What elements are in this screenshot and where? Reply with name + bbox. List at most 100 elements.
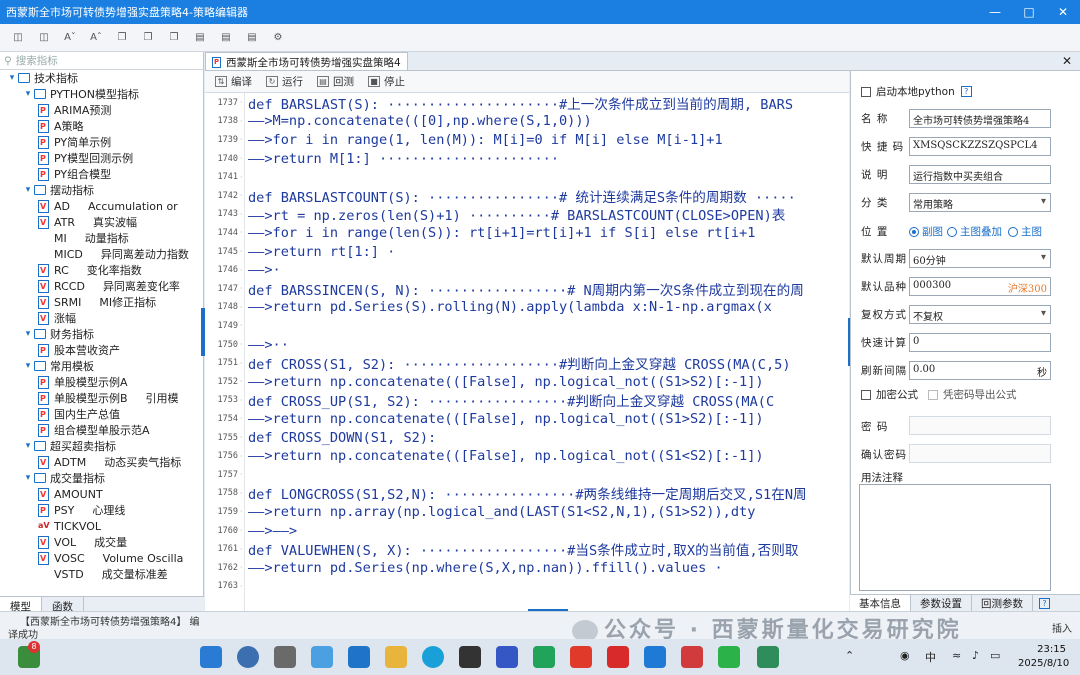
code-line[interactable]: 1738 · ——>M=np.concatenate(([0],np.where(S… bbox=[205, 112, 849, 131]
tree-item[interactable]: V RCCD 异同离差变化率 bbox=[0, 278, 204, 294]
tree-item[interactable]: P PY模型回测示例 bbox=[0, 150, 204, 166]
app-icon[interactable] bbox=[607, 646, 629, 668]
app-icon[interactable] bbox=[681, 646, 703, 668]
code-line[interactable]: 1744 · ——>for i in range(len(S)): rt[i+1]=… bbox=[205, 224, 849, 243]
font-smaller-icon[interactable]: Aˇ bbox=[60, 29, 80, 47]
tree-item[interactable]: V ATR 真实波幅 bbox=[0, 214, 204, 230]
tree-item[interactable]: V RC 变化率指数 bbox=[0, 262, 204, 278]
rights-select[interactable]: 不复权 bbox=[909, 305, 1051, 324]
radio-main-chart[interactable] bbox=[1008, 226, 1018, 237]
refresh-interval-field[interactable]: 0.00 秒 bbox=[909, 361, 1051, 380]
tab-backtest-params[interactable]: 回测参数 bbox=[972, 595, 1033, 611]
code-line[interactable]: 1757 · bbox=[205, 466, 849, 485]
tab-params[interactable]: 参数设置 bbox=[911, 595, 972, 611]
windows-start-icon[interactable] bbox=[200, 646, 222, 668]
variety-field[interactable]: 000300 沪深300 bbox=[909, 277, 1051, 296]
tree-item[interactable]: VSTD 成交量标准差 bbox=[0, 566, 204, 582]
shield-icon[interactable]: ◉ bbox=[900, 649, 910, 662]
code-line[interactable]: 1742 · def BARSLASTCOUNT(S): ·············… bbox=[205, 187, 849, 206]
shortcut-code-field[interactable]: XMSQSCKZZSZQSPCL4 bbox=[909, 137, 1051, 156]
tree-item[interactable]: P 单股模型示例A bbox=[0, 374, 204, 390]
wechat-icon[interactable] bbox=[718, 646, 740, 668]
code-line[interactable]: 1737 · def BARSLAST(S): ··················… bbox=[205, 94, 849, 113]
radio-main-overlay[interactable] bbox=[947, 226, 957, 237]
font-larger-icon[interactable]: Aˆ bbox=[86, 29, 106, 47]
widgets-icon[interactable] bbox=[311, 646, 333, 668]
clock[interactable]: 23:15 2025/8/10 bbox=[1018, 643, 1069, 671]
name-field[interactable]: 全市场可转债势增强策略4 bbox=[909, 109, 1051, 128]
tree-item[interactable]: P 单股模型示例B 引用模 bbox=[0, 390, 204, 406]
maximize-button[interactable]: □ bbox=[1012, 0, 1046, 24]
tree-folder[interactable]: ▾ 常用模板 bbox=[0, 358, 204, 374]
chevron-up-icon[interactable]: ⌃ bbox=[845, 649, 854, 662]
chevron-down-icon[interactable]: ▾ bbox=[22, 329, 34, 339]
backtest-button[interactable]: ▤ 回测 bbox=[317, 74, 354, 89]
code-line[interactable]: 1746 · ——>· bbox=[205, 261, 849, 280]
save-all-icon[interactable]: ◫ bbox=[34, 29, 54, 47]
task-view-icon[interactable] bbox=[274, 646, 296, 668]
tree-folder[interactable]: ▾ 超买超卖指标 bbox=[0, 438, 204, 454]
tree-folder[interactable]: ▾ 技术指标 bbox=[0, 70, 204, 86]
tree-item[interactable]: P PY组合模型 bbox=[0, 166, 204, 182]
code-line[interactable]: 1749 · bbox=[205, 317, 849, 336]
cut-icon[interactable]: ❐ bbox=[164, 29, 184, 47]
tree-item[interactable]: V ADTM 动态买卖气指标 bbox=[0, 454, 204, 470]
chevron-down-icon[interactable]: ▾ bbox=[22, 441, 34, 451]
minimize-button[interactable]: — bbox=[978, 0, 1012, 24]
chevron-down-icon[interactable]: ▾ bbox=[6, 73, 18, 83]
code-line[interactable]: 1762 · ——>return pd.Series(np.where(S,X,np… bbox=[205, 559, 849, 578]
edge-icon[interactable] bbox=[422, 646, 444, 668]
radio-sub-chart[interactable] bbox=[909, 226, 919, 237]
code-editor[interactable]: 1737 · def BARSLAST(S): ··················… bbox=[205, 93, 849, 611]
tree-item[interactable]: V VOL 成交量 bbox=[0, 534, 204, 550]
code-line[interactable]: 1739 · ——>for i in range(1, len(M)): M[i]=… bbox=[205, 131, 849, 150]
period-select[interactable]: 60分钟 bbox=[909, 249, 1051, 268]
run-button[interactable]: ↻ 运行 bbox=[266, 74, 303, 89]
tree-item[interactable]: P 国内生产总值 bbox=[0, 406, 204, 422]
tree-item[interactable]: P PSY 心理线 bbox=[0, 502, 204, 518]
wps-icon[interactable] bbox=[570, 646, 592, 668]
chevron-down-icon[interactable]: ▾ bbox=[22, 89, 34, 99]
import-icon[interactable]: ▤ bbox=[242, 29, 262, 47]
code-line[interactable]: 1758 · def LONGCROSS(S1,S2,N): ···········… bbox=[205, 484, 849, 503]
tree-folder[interactable]: ▾ 财务指标 bbox=[0, 326, 204, 342]
tree-item[interactable]: P 组合模型单股示范A bbox=[0, 422, 204, 438]
code-line[interactable]: 1753 · def CROSS_UP(S1, S2): ·············… bbox=[205, 391, 849, 410]
volume-icon[interactable]: ♪ bbox=[972, 649, 979, 662]
wifi-icon[interactable]: ≈ bbox=[952, 649, 961, 662]
code-line[interactable]: 1751 · def CROSS(S1, S2): ················… bbox=[205, 354, 849, 373]
fast-calc-field[interactable]: 0 bbox=[909, 333, 1051, 352]
description-field[interactable]: 运行指数中买卖组合 bbox=[909, 165, 1051, 184]
code-line[interactable]: 1760 · ——>——> bbox=[205, 521, 849, 540]
category-select[interactable]: 常用策略 bbox=[909, 193, 1051, 212]
tree-item[interactable]: MICD 异同离差动力指数 bbox=[0, 246, 204, 262]
code-line[interactable]: 1741 · bbox=[205, 168, 849, 187]
app-icon[interactable] bbox=[533, 646, 555, 668]
tree-item[interactable]: V SRMI MI修正指标 bbox=[0, 294, 204, 310]
vscode-icon[interactable] bbox=[644, 646, 666, 668]
usage-notes-textarea[interactable] bbox=[859, 484, 1051, 591]
search-icon[interactable] bbox=[237, 646, 259, 668]
export-checkbox[interactable] bbox=[928, 389, 938, 400]
copy-icon[interactable]: ❐ bbox=[112, 29, 132, 47]
app-icon[interactable] bbox=[459, 646, 481, 668]
code-line[interactable]: 1748 · ——>return pd.Series(S).rolling(N).a… bbox=[205, 298, 849, 317]
close-button[interactable]: ✕ bbox=[1046, 0, 1080, 24]
tree-folder[interactable]: ▾ 摆动指标 bbox=[0, 182, 204, 198]
tab-basic-info[interactable]: 基本信息 bbox=[850, 595, 911, 611]
help-icon[interactable]: ? bbox=[960, 86, 972, 97]
chevron-down-icon[interactable]: ▾ bbox=[22, 185, 34, 195]
code-line[interactable]: 1752 · ——>return np.concatenate(([False], … bbox=[205, 373, 849, 392]
tree-folder[interactable]: ▾ 成交量指标 bbox=[0, 470, 204, 486]
code-line[interactable]: 1743 · ——>rt = np.zeros(len(S)+1) ········… bbox=[205, 205, 849, 224]
format-icon[interactable]: ▤ bbox=[190, 29, 210, 47]
ime-indicator[interactable]: 中 bbox=[925, 649, 936, 665]
tree-folder[interactable]: ▾ PYTHON模型指标 bbox=[0, 86, 204, 102]
help-icon[interactable]: ? bbox=[1039, 598, 1050, 609]
tree-item[interactable]: V VOSC Volume Oscilla bbox=[0, 550, 204, 566]
code-line[interactable]: 1755 · def CROSS_DOWN(S1, S2): bbox=[205, 428, 849, 447]
save-icon[interactable]: ◫ bbox=[8, 29, 28, 47]
chevron-down-icon[interactable]: ▾ bbox=[22, 473, 34, 483]
settings-icon[interactable]: ⚙ bbox=[268, 29, 288, 47]
code-line[interactable]: 1745 · ——>return rt[1:] · bbox=[205, 242, 849, 261]
